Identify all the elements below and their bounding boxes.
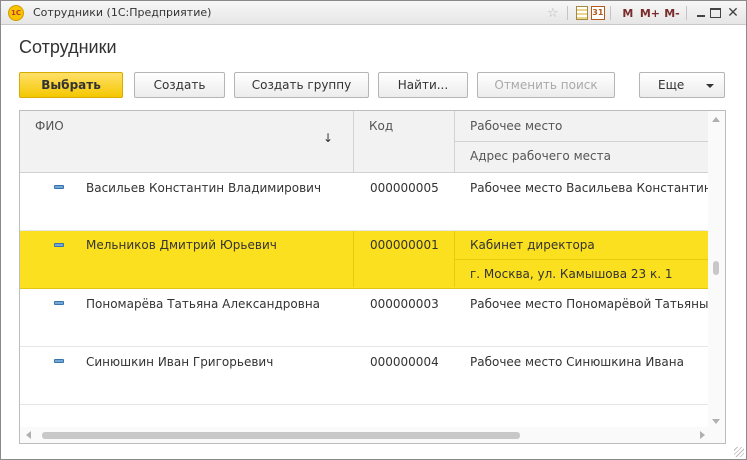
titlebar-toolbar: ☆ 31 M M+ M- ✕ xyxy=(541,4,742,22)
app-window: 1С Сотрудники (1С:Предприятие) ☆ 31 M M+… xyxy=(0,0,747,460)
scroll-up-arrow-icon[interactable] xyxy=(712,117,720,122)
cell-name: Васильев Константин Владимирович xyxy=(86,181,322,195)
scroll-left-arrow-icon[interactable] xyxy=(26,431,31,439)
column-divider xyxy=(353,231,354,287)
more-menu-button[interactable]: Еще xyxy=(639,72,725,98)
employee-item-icon xyxy=(54,359,64,363)
window-title: Сотрудники (1С:Предприятие) xyxy=(33,6,212,19)
favorite-star-icon[interactable]: ☆ xyxy=(544,4,562,22)
separator xyxy=(609,6,611,20)
cell-code: 000000004 xyxy=(370,355,439,369)
create-button[interactable]: Создать xyxy=(134,72,225,98)
resize-grip-icon[interactable] xyxy=(734,447,744,457)
separator xyxy=(686,6,687,20)
cell-workplace: Рабочее место Пономарёвой Татьяны xyxy=(470,297,709,311)
scroll-corner xyxy=(708,427,725,443)
cancel-search-button[interactable]: Отменить поиск xyxy=(477,72,615,98)
vertical-scroll-thumb[interactable] xyxy=(713,261,719,275)
column-header-workplace-address[interactable]: Адрес рабочего места xyxy=(470,149,611,163)
horizontal-scroll-thumb[interactable] xyxy=(42,432,520,439)
create-group-button[interactable]: Создать группу xyxy=(234,72,369,98)
select-button[interactable]: Выбрать xyxy=(19,72,123,98)
column-header-code[interactable]: Код xyxy=(369,119,393,133)
column-header-name[interactable]: ФИО xyxy=(35,119,64,133)
table-header: ФИО ↓ Код Рабочее место Адрес рабочего м… xyxy=(20,111,709,173)
close-icon[interactable]: ✕ xyxy=(724,4,742,22)
employee-item-icon xyxy=(54,301,64,305)
table-row[interactable]: Пономарёва Татьяна Александровна 0000000… xyxy=(20,289,709,347)
cell-code: 000000005 xyxy=(370,181,439,195)
cell-name: Синюшкин Иван Григорьевич xyxy=(86,355,274,369)
vertical-scrollbar[interactable] xyxy=(708,111,725,428)
cell-workplace: Рабочее место Синюшкина Ивана xyxy=(470,355,684,369)
column-header-workplace[interactable]: Рабочее место xyxy=(470,119,562,133)
find-button[interactable]: Найти... xyxy=(378,72,468,98)
column-divider xyxy=(353,111,354,173)
cell-workplace: Рабочее место Васильева Константина xyxy=(470,181,720,195)
header-subdivider xyxy=(454,141,709,142)
column-divider xyxy=(454,111,455,173)
separator xyxy=(566,6,568,20)
scroll-down-arrow-icon[interactable] xyxy=(712,419,720,424)
chevron-down-icon xyxy=(706,84,714,88)
cell-name: Пономарёва Татьяна Александровна xyxy=(86,297,321,311)
employee-item-icon xyxy=(54,185,64,189)
calculator-icon[interactable] xyxy=(575,6,588,20)
table-row[interactable]: Синюшкин Иван Григорьевич 000000004 Рабо… xyxy=(20,347,709,405)
calendar-icon[interactable]: 31 xyxy=(590,6,605,20)
sort-descending-icon[interactable]: ↓ xyxy=(323,131,333,145)
table-row-selected[interactable]: Мельников Дмитрий Юрьевич 000000001 Каби… xyxy=(20,231,709,289)
title-bar: 1С Сотрудники (1С:Предприятие) ☆ 31 M M+… xyxy=(1,1,746,25)
table-row[interactable]: Васильев Константин Владимирович 0000000… xyxy=(20,173,719,231)
row-subdivider xyxy=(454,259,709,260)
page-title: Сотрудники xyxy=(19,37,117,57)
horizontal-scrollbar[interactable] xyxy=(20,427,709,443)
memory-m-icon[interactable]: M xyxy=(619,4,637,22)
memory-plus-icon[interactable]: M+ xyxy=(640,4,660,22)
employees-table: ФИО ↓ Код Рабочее место Адрес рабочего м… xyxy=(19,110,726,444)
more-label: Еще xyxy=(658,78,685,92)
employee-item-icon xyxy=(54,243,64,247)
1c-logo-icon[interactable]: 1С xyxy=(8,5,24,21)
cell-name: Мельников Дмитрий Юрьевич xyxy=(86,238,277,252)
scroll-right-arrow-icon[interactable] xyxy=(700,431,705,439)
cell-workplace: Кабинет директора xyxy=(470,238,595,252)
minimize-icon[interactable] xyxy=(695,7,707,19)
maximize-icon[interactable] xyxy=(710,8,721,18)
memory-minus-icon[interactable]: M- xyxy=(663,4,681,22)
cell-code: 000000001 xyxy=(370,238,439,252)
cell-code: 000000003 xyxy=(370,297,439,311)
cell-address: г. Москва, ул. Камышова 23 к. 1 xyxy=(470,267,673,281)
